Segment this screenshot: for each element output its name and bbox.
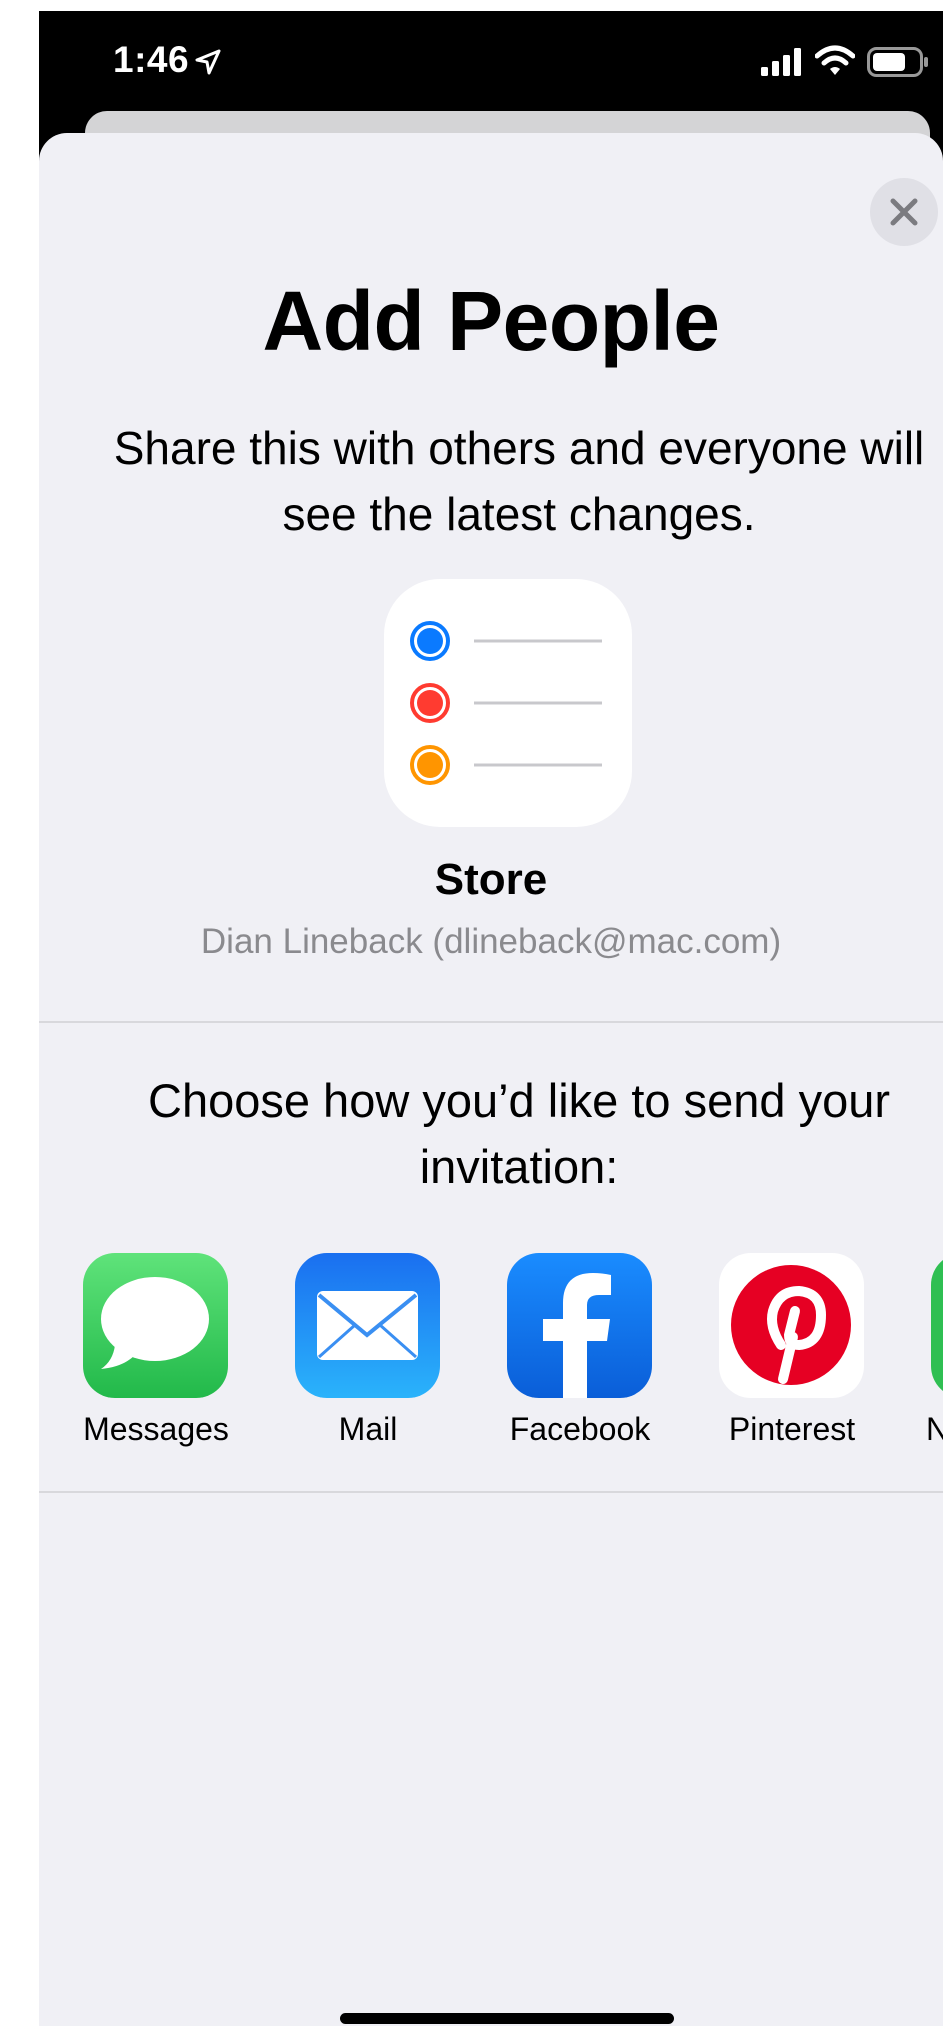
phone-screen: 1:46 Add People Share this with others a… [39,11,943,2026]
divider [39,1491,943,1493]
list-owner: Dian Lineback (dlineback@mac.com) [200,922,782,961]
divider [39,1021,943,1023]
share-label-pinterest: Pinterest [728,1411,856,1447]
location-arrow-icon [195,49,221,75]
share-label-partial: N [926,1411,943,1447]
home-indicator[interactable] [340,2013,674,2024]
status-time: 1:46 [113,39,190,80]
close-icon [890,198,918,226]
share-options-row: Messages Mail Facebook Pinterest N [39,1253,943,1463]
share-label-messages: Messages [83,1411,229,1447]
list-graphic [410,621,602,785]
cellular-signal-icon [761,48,801,76]
partial-app-icon [931,1253,943,1398]
choose-method-text: Choose how you’d like to send your invit… [148,1074,890,1193]
close-button[interactable] [870,178,938,246]
reminders-list-icon [384,579,632,827]
facebook-icon [507,1253,652,1398]
messages-icon [83,1253,228,1398]
list-name: Store [434,855,548,904]
share-label-facebook: Facebook [509,1411,651,1447]
pinterest-icon [719,1253,864,1398]
battery-icon [867,47,928,77]
wifi-icon [815,45,855,75]
status-bar: 1:46 [39,11,943,123]
add-people-sheet: Add People Share this with others and ev… [39,133,943,2026]
page-title: Add People [262,274,720,368]
mail-icon [295,1253,440,1398]
subtitle-text: Share this with others and everyone will… [113,422,925,540]
share-label-mail: Mail [338,1411,398,1447]
